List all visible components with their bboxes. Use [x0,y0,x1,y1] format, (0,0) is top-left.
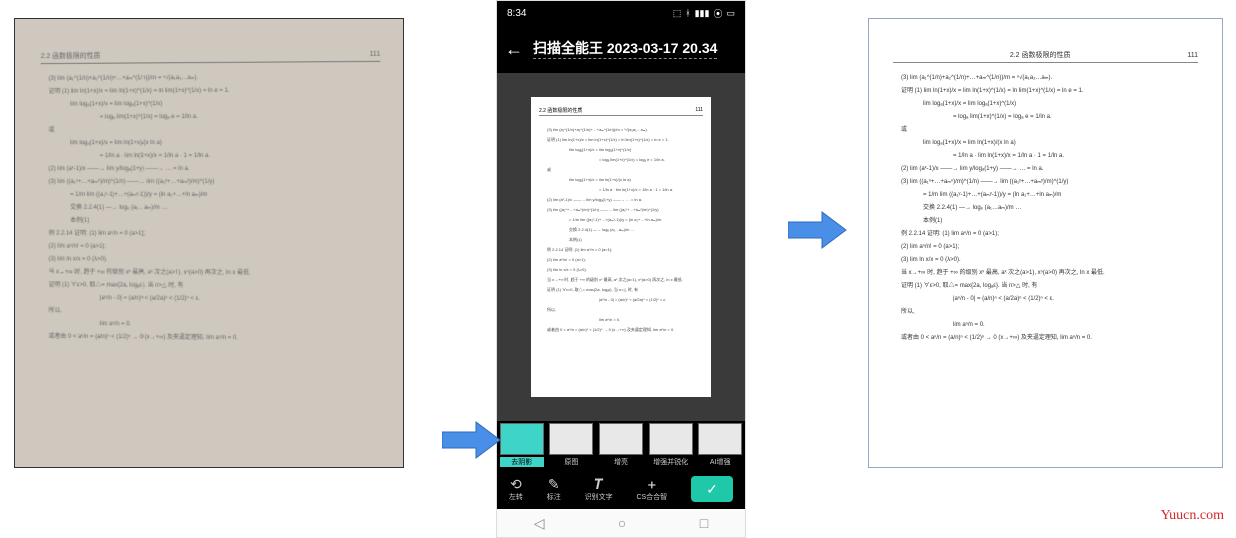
section-title: 2.2 函数极限的性质 [41,52,101,62]
math-line: (3) lim ln x/x = 0 (λ>0). [901,255,1198,265]
check-icon: ✓ [706,481,718,498]
nav-home-icon[interactable]: ○ [618,515,626,531]
math-line: 当 x→+∞ 时, 趋于 +∞ 的级别 xˣ 最高, aˣ 次之(a>1), x… [901,268,1198,278]
filter-ai[interactable]: AI增强 [695,421,745,469]
merge-button[interactable]: ᚐCS合合智 [636,477,667,502]
math-line: lim logₐ(1+x)/x = lim logₐ(1+x)^(1/x) [923,99,1198,109]
math-line: 或者由 0 < aⁿ/n = (a/n)ⁿ < (1/2)ⁿ → 0 (x→+∞… [49,332,381,345]
page-number: 111 [369,50,380,60]
filter-strip: 去阴影 原图 增亮 增强并锐化 AI增强 [497,421,745,469]
section-title: 2.2 函数极限的性质 [1010,51,1071,61]
math-line: = 1/m lim ((a₁ʸ-1)+…+(aₘʸ-1))/y = (ln a₁… [70,190,380,200]
math-line: (2) lim (aˣ-1)/x ――→ lim y/logₐ(1+y) ――→… [901,164,1198,174]
watermark: Yuucn.com [1161,508,1224,524]
document-title[interactable]: 扫描全能王 2023-03-17 20.34 [533,40,717,59]
confirm-button[interactable]: ✓ [691,476,733,502]
math-line: lim logₐ(1+x)/x = lim ln(1+x)/(x ln a) [923,138,1198,148]
math-line: (2) lim (aˣ-1)/x ――→ lim y/logₐ(1+y) ――→… [49,164,381,174]
math-line: 交换 2.2.4(1) —→ logₑ (a₁…aₘ)/m … [70,203,380,213]
math-line: (3) lim (a₁^(1/n)+a₂^(1/n)+…+aₘ^(1/n))/m… [901,73,1198,83]
math-line: 所以, [49,306,381,318]
page-number: 111 [1187,51,1198,61]
math-line: lim aⁿ/n = 0. [953,320,1198,330]
math-line: 证明 (1) ∀ε>0, 取△= max{2a, logₐε}. 当 n>△ 时… [49,280,381,292]
document-viewport[interactable]: 2.2 函数极限的性质111 (3) lim (a₁^(1/n)+a₂^(1/n… [497,73,745,421]
rotate-icon: ⟲ [510,477,522,491]
math-line: 证明 (1) lim ln(1+x)/x = lim ln(1+x)^(1/x)… [49,85,381,97]
toolbar: ⟲左转 ✎标注 𝑻识别文字 ᚐCS合合智 ✓ [497,469,745,509]
filter-brighten[interactable]: 增亮 [596,421,646,469]
math-line: (3) lim ((a₁ⁿ+…+aₘⁿ)/m)^(1/n) ――→ lim ((… [49,177,381,187]
arrow-icon [442,420,502,460]
math-line: = logₐ lim(1+x)^(1/x) = logₐ e = 1/ln a. [953,112,1198,122]
battery-icon: ▭ [726,8,735,19]
math-line: (3) lim ln x/x = 0 (λ>0). [49,254,381,265]
nav-recent-icon[interactable]: □ [700,515,708,531]
status-time: 8:34 [507,8,526,19]
scanned-page: 2.2 函数极限的性质111 (3) lim (a₁^(1/n)+a₂^(1/n… [531,97,711,397]
phone-mockup: 8:34 ⬚ ᚼ ▮▮▮ ⦿ ▭ ← 扫描全能王 2023-03-17 20.3… [496,0,746,538]
page-header: 2.2 函数极限的性质 111 [41,50,381,64]
math-line: lim logₐ(1+x)/x = lim ln(1+x)/(x ln a) [70,138,380,149]
math-line: 或 [49,124,381,135]
signal-icon: ▮▮▮ [695,8,710,19]
math-line: lim logₐ(1+x)/x = lim logₐ(1+x)^(1/x) [70,98,380,109]
wifi-icon: ⦿ [713,7,722,20]
math-line: 或者由 0 < aⁿ/n = (a/n)ⁿ < (1/2)ⁿ → 0 (x→+∞… [901,333,1198,343]
pencil-icon: ✎ [548,477,560,491]
math-line: 交换 2.2.4(1) —→ logₑ (a₁…aₘ)/m … [923,203,1198,213]
nfc-icon: ⬚ [673,8,682,19]
arrow-icon [788,210,848,250]
math-line: 例 2.2.14 证明: (1) lim aⁿ/n = 0 (a>1); [901,229,1198,239]
source-photo: 2.2 函数极限的性质 111 (3) lim (a₁^(1/n)+a₂^(1/… [14,18,404,468]
math-line: 本例(1) [923,216,1198,226]
title-bar: ← 扫描全能王 2023-03-17 20.34 [497,25,745,73]
ocr-button[interactable]: 𝑻识别文字 [585,477,613,502]
filter-deshade[interactable]: 去阴影 [497,421,547,469]
math-line: 例 2.2.14 证明: (1) lim aⁿ/n = 0 (a>1); [49,229,381,240]
math-line: 所以, [901,307,1198,317]
text-icon: 𝑻 [594,477,602,491]
annotate-button[interactable]: ✎标注 [547,477,561,502]
math-line: 或 [901,125,1198,135]
filter-sharpen[interactable]: 增强并锐化 [646,421,696,469]
rotate-button[interactable]: ⟲左转 [509,477,523,502]
math-line: = 1/ln a · lim ln(1+x)/x = 1/ln a · 1 = … [953,151,1198,161]
nav-back-icon[interactable]: ◁ [534,515,545,532]
math-line: 本例(1) [70,216,380,227]
math-line: = logₐ lim(1+x)^(1/x) = logₐ e = 1/ln a. [100,111,381,122]
math-line: 证明 (1) lim ln(1+x)/x = lim ln(1+x)^(1/x)… [901,86,1198,96]
signature-icon: ᚐ [648,477,655,491]
status-bar: 8:34 ⬚ ᚼ ▮▮▮ ⦿ ▭ [497,1,745,25]
processed-scan: 2.2 函数极限的性质 111 (3) lim (a₁^(1/n)+a₂^(1/… [868,18,1223,468]
math-line: (2) lim aⁿ/n! = 0 (a>1); [901,242,1198,252]
back-button[interactable]: ← [505,39,523,60]
math-line: 当 x→+∞ 时, 趋于 +∞ 的级别 xˣ 最高, aˣ 次之(a>1), x… [49,267,381,278]
status-icons: ⬚ ᚼ ▮▮▮ ⦿ ▭ [673,7,735,20]
page-header: 2.2 函数极限的性质 111 [893,51,1198,63]
math-line: (3) lim (a₁^(1/n)+a₂^(1/n)+…+aₘ^(1/n))/m… [49,72,381,84]
math-line: = 1/ln a · lim ln(1+x)/x = 1/ln a · 1 = … [100,151,381,161]
math-line: (2) lim aⁿ/n! = 0 (a>1); [49,242,381,253]
filter-original[interactable]: 原图 [547,421,597,469]
android-navbar: ◁ ○ □ [497,509,745,537]
math-line: |aⁿ/n - 0| = (a/n)ⁿ < (a/2a)ⁿ < (1/2)ⁿ <… [953,294,1198,304]
math-line: lim aⁿ/n = 0. [100,319,381,331]
bluetooth-icon: ᚼ [685,8,690,18]
math-line: = 1/m lim ((a₁ʸ-1)+…+(aₘʸ-1))/y = (ln a₁… [923,190,1198,200]
math-line: (3) lim ((a₁ⁿ+…+aₘⁿ)/m)^(1/n) ――→ lim ((… [901,177,1198,187]
math-line: 证明 (1) ∀ε>0, 取△= max{2a, logₐε}. 当 n>△ 时… [901,281,1198,291]
math-line: |aⁿ/n - 0| = (a/n)ⁿ < (a/2a)ⁿ < (1/2)ⁿ <… [100,293,381,305]
